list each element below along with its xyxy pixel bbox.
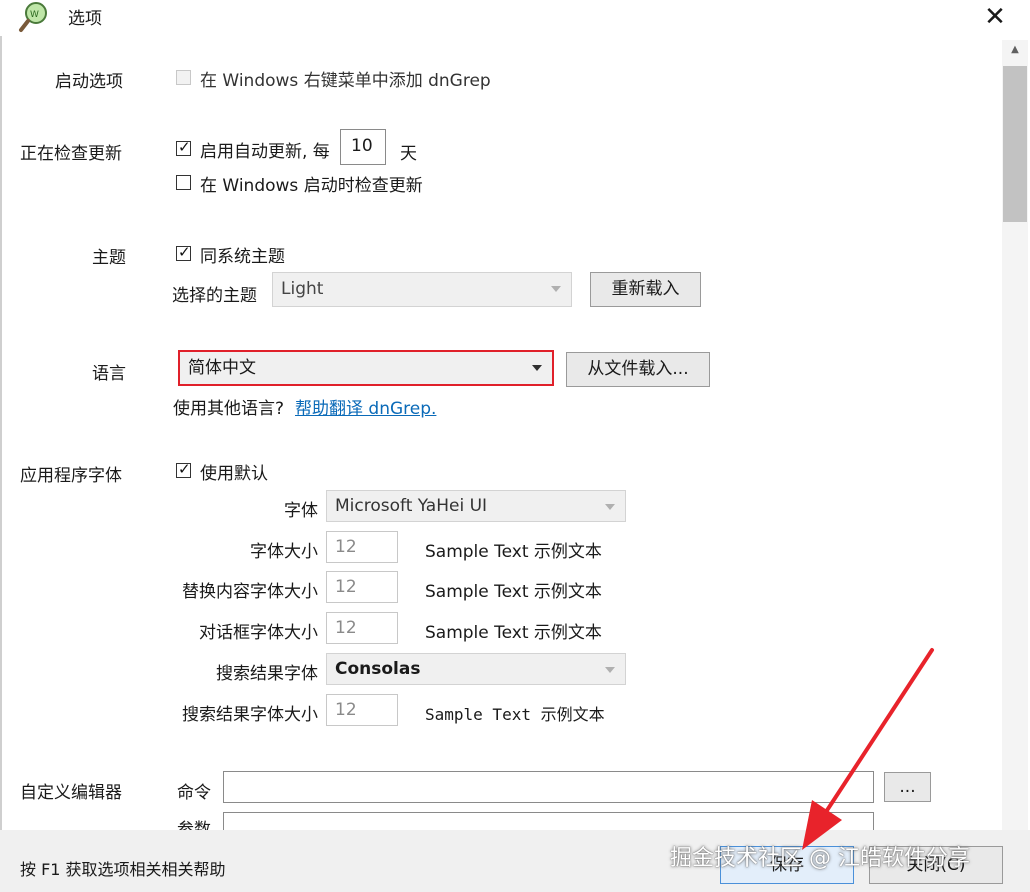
watermark-text: 掘金技术社区 @ 江皓软件分享 xyxy=(670,846,970,871)
replace-font-size-sample: Sample Text 示例文本 xyxy=(425,582,602,602)
other-language-prompt: 使用其他语言? xyxy=(173,399,285,419)
scrollbar-thumb[interactable] xyxy=(1003,66,1027,222)
dialog-font-size-sample: Sample Text 示例文本 xyxy=(425,623,602,643)
dialog-font-size-label: 对话框字体大小 xyxy=(199,623,318,643)
title-bar xyxy=(0,0,1030,36)
update-interval-input[interactable]: 10 xyxy=(340,129,386,165)
chevron-down-icon xyxy=(605,667,615,673)
font-size-label: 字体大小 xyxy=(250,542,318,562)
follow-system-theme-label: 同系统主题 xyxy=(200,247,285,267)
selected-theme-label: 选择的主题 xyxy=(172,286,257,306)
language-select-value: 简体中文 xyxy=(188,358,256,378)
startup-check-label: 在 Windows 启动时检查更新 xyxy=(200,176,423,196)
editor-section-label: 自定义编辑器 xyxy=(20,783,122,803)
window-title: 选项 xyxy=(68,9,102,29)
auto-update-checkbox[interactable]: ✓ xyxy=(176,138,191,156)
svg-text:W: W xyxy=(30,10,39,20)
red-arrow-annotation xyxy=(802,648,934,850)
chevron-down-icon xyxy=(551,286,561,292)
results-font-size-label: 搜索结果字体大小 xyxy=(182,705,318,725)
replace-font-size-label: 替换内容字体大小 xyxy=(182,582,318,602)
checkmark-icon: ✓ xyxy=(178,138,191,156)
font-select[interactable]: Microsoft YaHei UI xyxy=(326,490,626,522)
chevron-down-icon xyxy=(532,365,542,371)
scroll-up-icon[interactable]: ▲ xyxy=(1008,44,1022,56)
use-default-font-label: 使用默认 xyxy=(200,464,268,484)
language-section-label: 语言 xyxy=(92,364,126,384)
shell-menu-checkbox[interactable] xyxy=(176,70,191,85)
font-select-value: Microsoft YaHei UI xyxy=(335,496,488,516)
theme-section-label: 主题 xyxy=(92,248,126,268)
results-font-size-input[interactable]: 12 xyxy=(326,694,398,726)
fonts-section-label: 应用程序字体 xyxy=(20,466,122,486)
close-window-button[interactable]: ✕ xyxy=(982,4,1008,30)
help-hint-text: 按 F1 获取选项相关相关帮助 xyxy=(20,860,226,879)
results-font-label: 搜索结果字体 xyxy=(216,664,318,684)
results-font-select-value: Consolas xyxy=(335,659,421,679)
editor-args-label: 参数 xyxy=(177,820,211,830)
results-font-size-sample: Sample Text 示例文本 xyxy=(425,705,605,724)
results-font-select[interactable]: Consolas xyxy=(326,653,626,685)
font-size-sample: Sample Text 示例文本 xyxy=(425,542,602,562)
dialog-font-size-input[interactable]: 12 xyxy=(326,612,398,644)
use-default-font-checkbox[interactable]: ✓ xyxy=(176,460,191,478)
startup-check-checkbox[interactable] xyxy=(176,175,191,190)
window-frame xyxy=(0,36,2,892)
load-language-file-button[interactable]: 从文件载入... xyxy=(566,352,710,387)
startup-section-label: 启动选项 xyxy=(55,72,123,92)
help-translate-link[interactable]: 帮助翻译 dnGrep. xyxy=(295,394,436,419)
shell-menu-label: 在 Windows 右键菜单中添加 dnGrep xyxy=(200,71,491,91)
checkmark-icon: ✓ xyxy=(178,243,191,261)
editor-command-label: 命令 xyxy=(177,783,211,803)
theme-select[interactable]: Light xyxy=(272,272,572,307)
dngrep-logo-icon: W xyxy=(18,0,52,34)
replace-font-size-input[interactable]: 12 xyxy=(326,571,398,603)
auto-update-label: 启用自动更新, 每 xyxy=(200,142,330,162)
font-label: 字体 xyxy=(284,501,318,521)
checkmark-icon: ✓ xyxy=(178,460,191,478)
chevron-down-icon xyxy=(605,504,615,510)
editor-args-input[interactable] xyxy=(223,812,874,830)
updates-section-label: 正在检查更新 xyxy=(20,144,122,164)
interval-unit-label: 天 xyxy=(400,144,417,164)
theme-select-value: Light xyxy=(281,279,324,299)
reload-theme-button[interactable]: 重新载入 xyxy=(590,272,701,307)
font-size-input[interactable]: 12 xyxy=(326,531,398,563)
language-select[interactable]: 简体中文 xyxy=(178,350,554,386)
editor-command-input[interactable] xyxy=(223,771,874,803)
follow-system-theme-checkbox[interactable]: ✓ xyxy=(176,243,191,261)
